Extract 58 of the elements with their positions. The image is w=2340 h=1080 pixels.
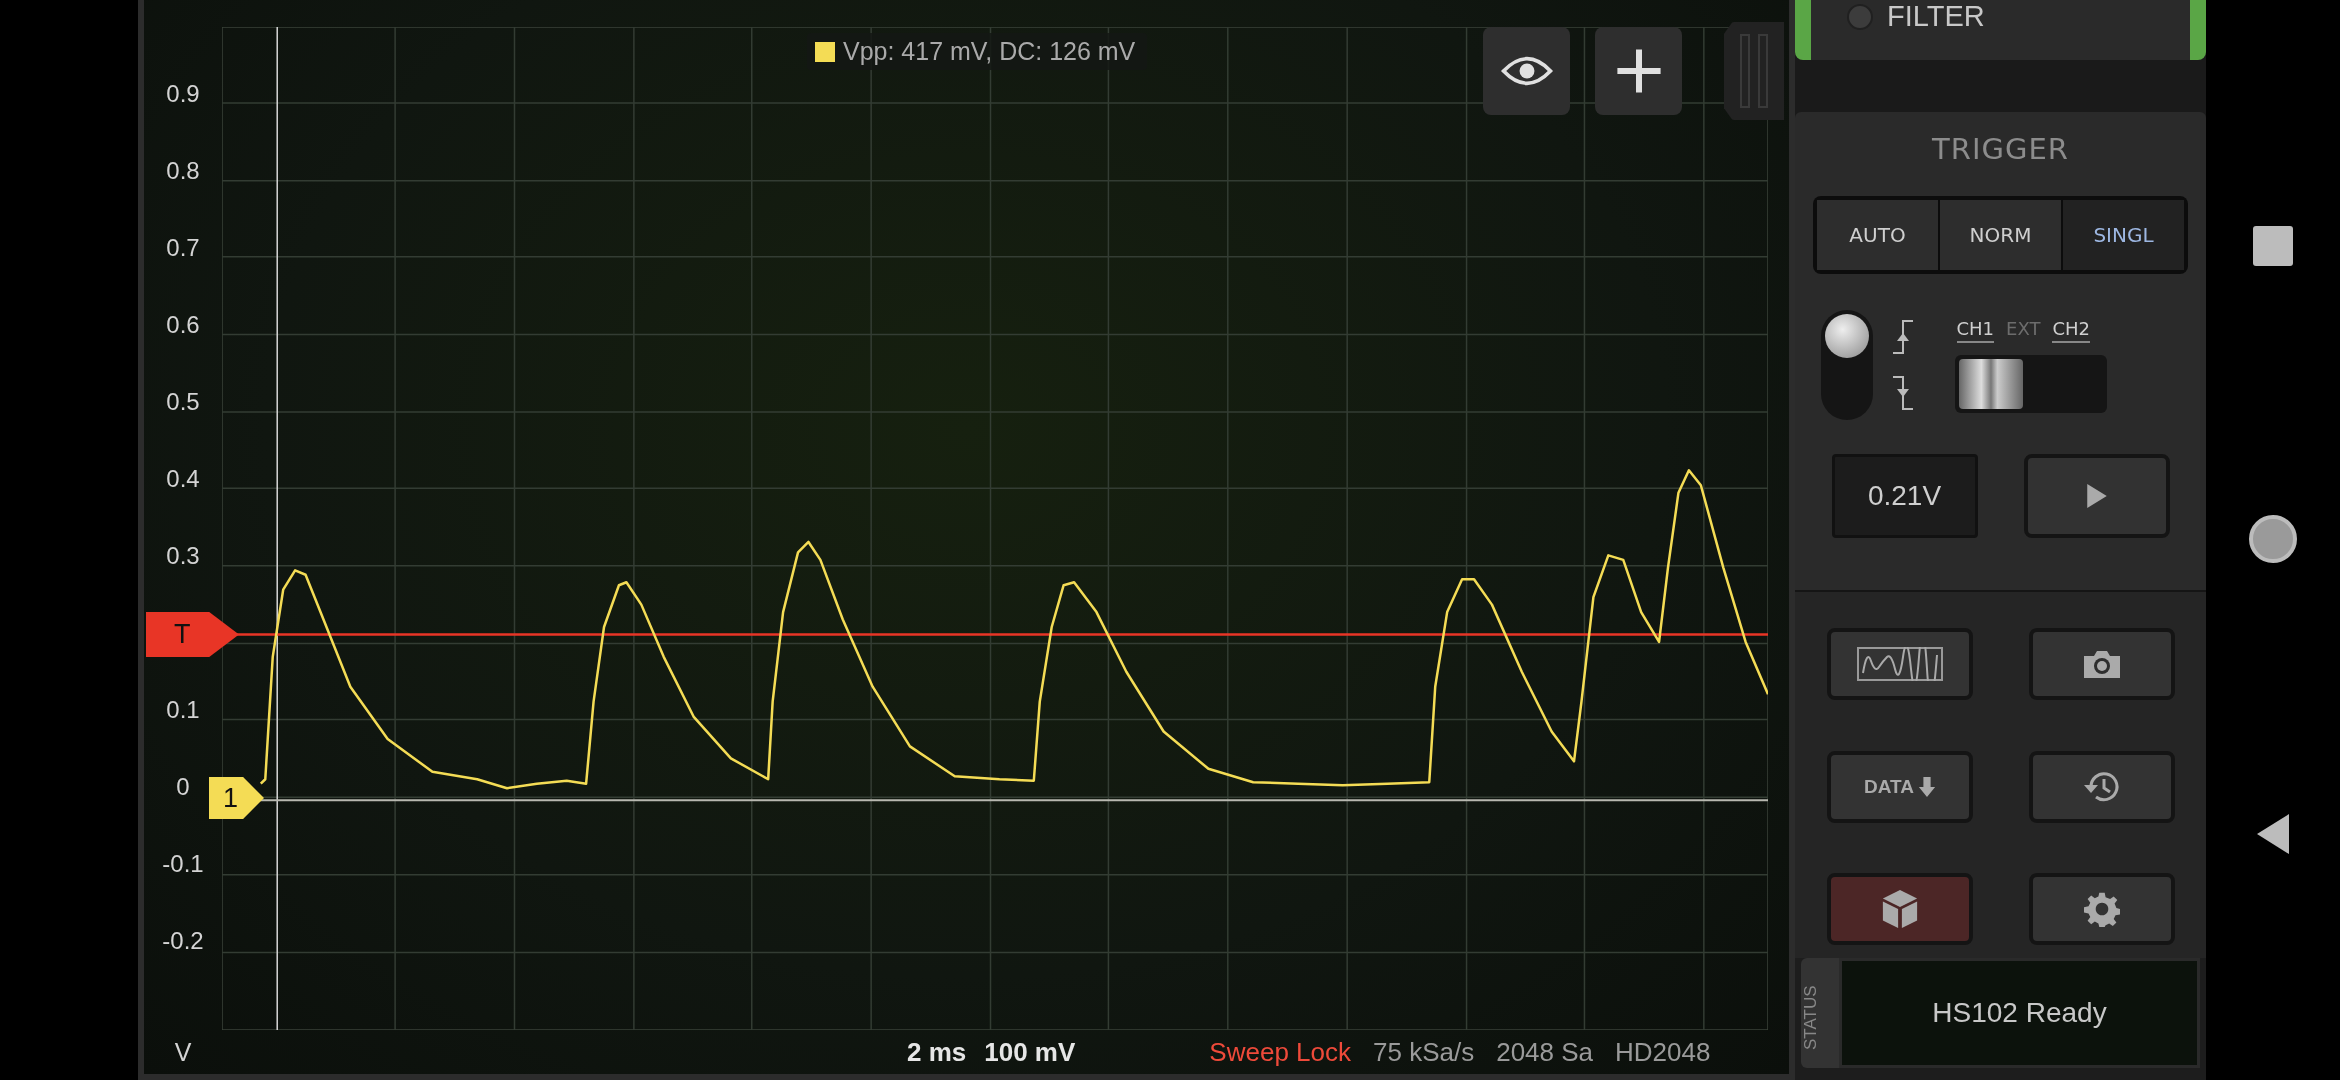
visibility-button[interactable] xyxy=(1483,27,1570,115)
axis-label: 0.3 xyxy=(165,542,201,570)
readout-text: 100 mV xyxy=(984,1036,1076,1068)
trigger-level-marker[interactable]: T xyxy=(146,612,239,657)
readout-text: Sweep Lock xyxy=(1209,1036,1351,1068)
trigger-mode-tab[interactable]: NORM xyxy=(1940,200,2061,270)
source-label: EXT xyxy=(2006,317,2041,341)
cursor-line[interactable] xyxy=(276,27,278,1030)
trigger-title: TRIGGER xyxy=(1932,132,2069,166)
waveform-button[interactable] xyxy=(1827,628,1973,700)
axis-label: 0.1 xyxy=(165,696,201,724)
plus-icon xyxy=(1614,47,1663,95)
switch-knob[interactable] xyxy=(1824,314,1869,358)
home-circle-icon[interactable] xyxy=(2249,515,2297,563)
download-arrow-icon xyxy=(1917,775,1936,798)
add-button[interactable] xyxy=(1595,27,1682,115)
play-icon xyxy=(2085,483,2108,509)
trigger-mode-tab[interactable]: SINGL xyxy=(2063,200,2184,270)
history-button[interactable] xyxy=(2029,750,2175,823)
readout-text: 2048 Sa xyxy=(1496,1036,1594,1068)
eye-icon xyxy=(1500,55,1553,87)
camera-icon xyxy=(2082,648,2122,680)
settings-button[interactable] xyxy=(2029,873,2175,946)
cube-icon xyxy=(1881,889,1919,930)
axis-label: 0.4 xyxy=(165,465,201,493)
readout-text: HD2048 xyxy=(1615,1036,1711,1068)
source-label: CH1 xyxy=(1956,317,1995,343)
channel-marker[interactable]: 1 xyxy=(209,777,264,819)
axis-label: -0.2 xyxy=(161,927,205,955)
slider-thumb[interactable] xyxy=(1958,358,2023,409)
trigger-mode-tab[interactable]: AUTO xyxy=(1817,200,1938,270)
axis-unit: V xyxy=(174,1037,192,1067)
source-slider[interactable] xyxy=(1954,354,2107,413)
panel-handle[interactable] xyxy=(1724,22,1784,120)
slope-switch[interactable] xyxy=(1820,310,1873,420)
falling-edge-icon xyxy=(1890,375,1915,411)
camera-button[interactable] xyxy=(2029,628,2175,700)
back-triangle-icon[interactable] xyxy=(2255,812,2291,856)
status-text: HS102 Ready xyxy=(1932,997,2107,1029)
settings-icon xyxy=(2084,891,2120,928)
measurement-text: Vpp: 417 mV, DC: 126 mV xyxy=(843,37,1136,66)
source-label: CH2 xyxy=(2052,317,2090,343)
axis-label: 0.8 xyxy=(165,157,201,185)
rising-edge-icon xyxy=(1890,319,1915,355)
axis-label: 0.7 xyxy=(165,234,201,262)
cube-button[interactable] xyxy=(1827,873,1973,946)
readout-text: 75 kSa/s xyxy=(1373,1036,1475,1068)
run-button[interactable] xyxy=(2023,454,2170,538)
waveform-icon xyxy=(1857,647,1943,681)
readout-text: 2 ms xyxy=(907,1036,967,1068)
axis-label: 0.6 xyxy=(165,311,201,339)
data-button[interactable]: DATA xyxy=(1827,750,1973,823)
filter-label[interactable]: FILTER xyxy=(1887,0,1985,32)
axis-label: 0.9 xyxy=(165,80,201,108)
axis-label: -0.1 xyxy=(161,850,205,878)
axis-label: 0.5 xyxy=(165,388,201,416)
trigger-level-field[interactable]: 0.21V xyxy=(1831,454,1978,538)
axis-label: 0 xyxy=(175,773,191,801)
